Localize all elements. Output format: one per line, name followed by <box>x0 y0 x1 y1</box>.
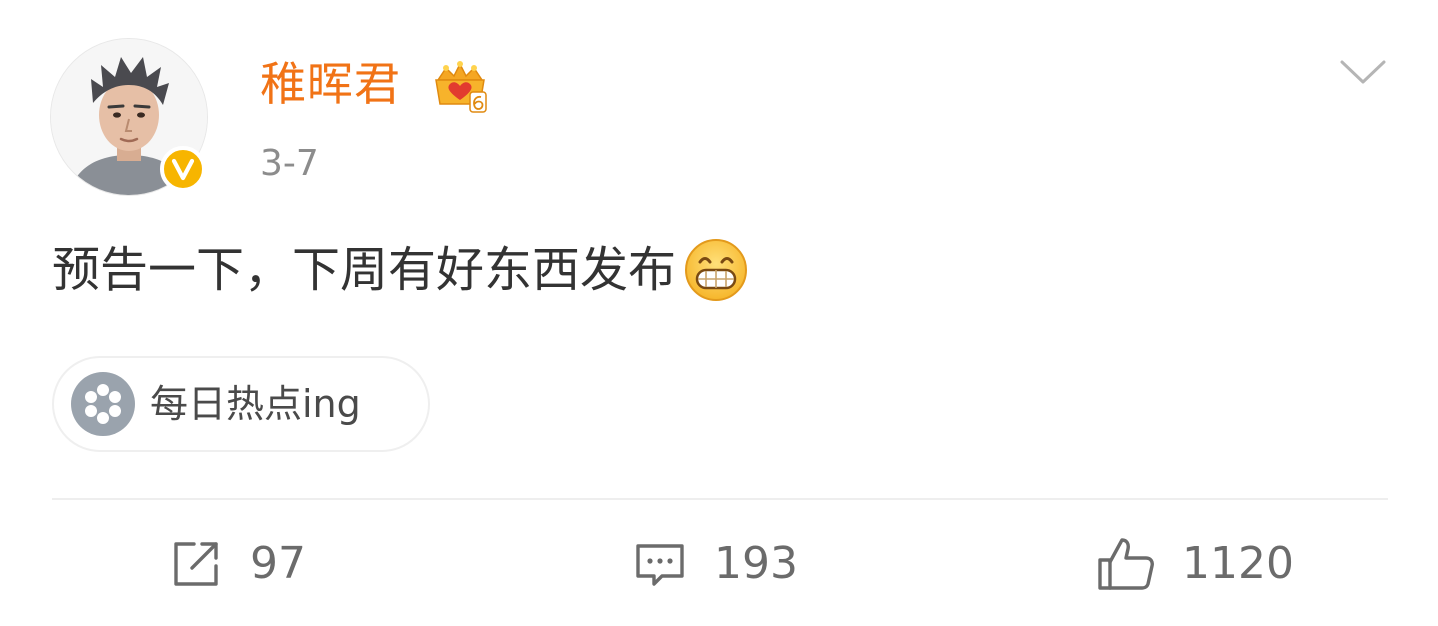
repost-button[interactable]: 97 <box>168 528 306 600</box>
divider <box>52 498 1388 500</box>
grin-emoji-icon <box>685 239 748 301</box>
post-text: 预告一下，下周有好东西发布 <box>52 242 677 298</box>
repost-count: 97 <box>250 538 306 589</box>
topic-label: 每日热点ing <box>150 382 361 426</box>
verified-badge-icon <box>160 146 206 192</box>
comment-count: 193 <box>714 538 798 589</box>
like-count: 1120 <box>1182 538 1294 589</box>
post-time: 3-7 <box>260 143 319 184</box>
comment-icon <box>636 544 684 586</box>
like-button[interactable]: 1120 <box>1096 528 1294 600</box>
author-avatar[interactable] <box>50 38 208 196</box>
vip-crown-icon[interactable] <box>432 60 488 114</box>
repost-icon <box>174 542 218 586</box>
post-content: 预告一下，下周有好东西发布 <box>52 232 748 308</box>
chevron-down-icon[interactable] <box>1338 54 1388 88</box>
comment-button[interactable]: 193 <box>632 528 798 600</box>
topic-icon <box>71 372 135 436</box>
thumbs-up-icon <box>1098 538 1154 590</box>
topic-tag[interactable]: 每日热点ing <box>52 356 430 452</box>
author-name[interactable]: 稚晖君 <box>260 52 401 116</box>
